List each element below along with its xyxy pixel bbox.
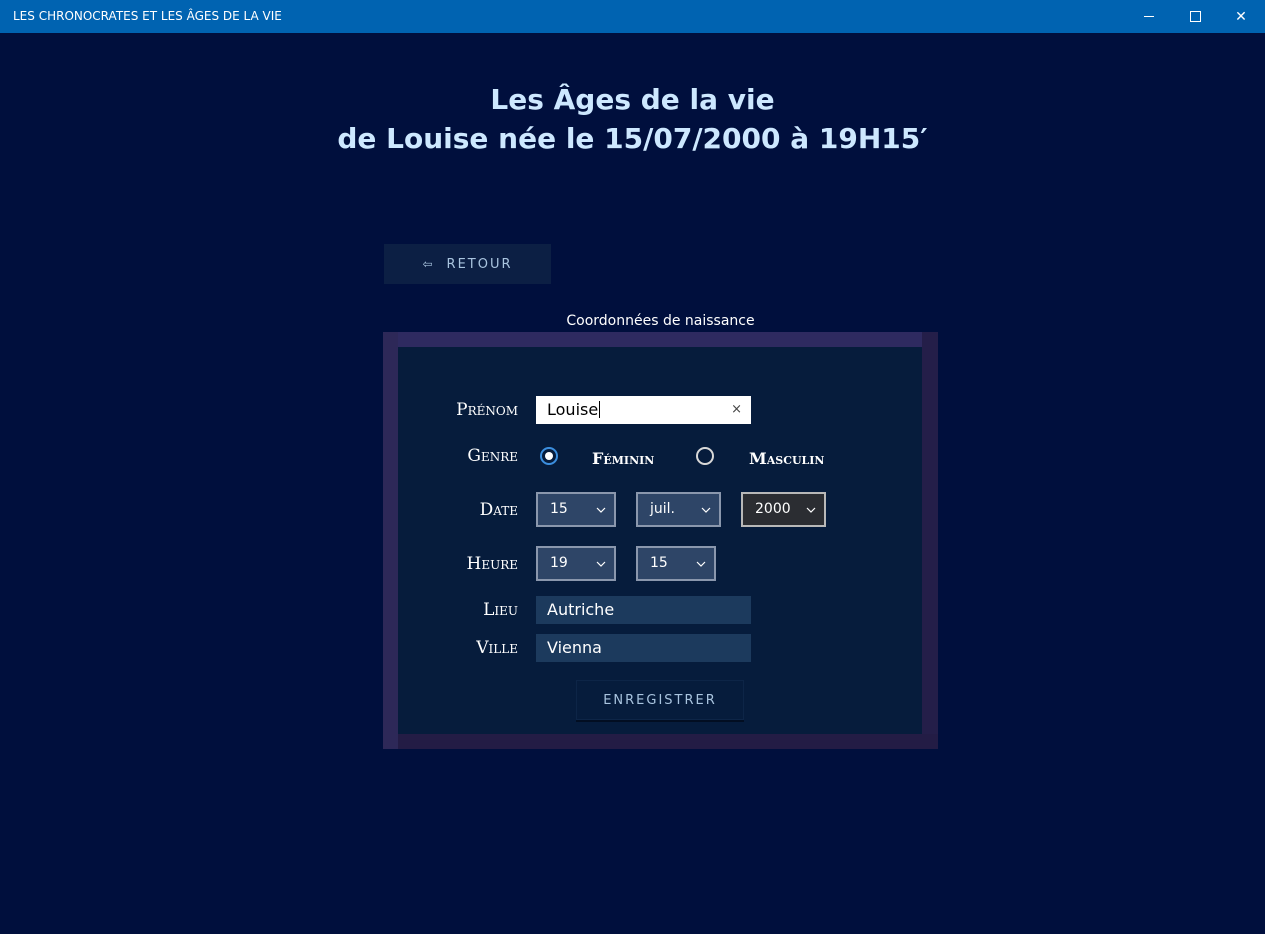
- radio-masculin-label[interactable]: Masculin: [749, 449, 824, 468]
- chevron-down-icon: [806, 507, 816, 513]
- radio-feminin-label[interactable]: Féminin: [592, 449, 654, 468]
- text-caret: [599, 401, 601, 418]
- date-month-value: juil.: [650, 501, 675, 517]
- close-button[interactable]: ✕: [1218, 0, 1264, 33]
- maximize-button[interactable]: [1172, 0, 1218, 33]
- chevron-down-icon: [701, 507, 711, 513]
- genre-label: Genre: [467, 446, 518, 466]
- ville-label: Ville: [476, 638, 518, 658]
- prenom-value: Louise: [547, 400, 599, 419]
- date-label: Date: [479, 500, 518, 520]
- section-label: Coordonnées de naissance: [566, 313, 755, 329]
- date-year-value: 2000: [755, 501, 791, 517]
- save-button-label: ENREGISTRER: [603, 692, 717, 708]
- date-day-select[interactable]: 15: [536, 492, 616, 527]
- save-button[interactable]: ENREGISTRER: [576, 680, 744, 720]
- ville-input[interactable]: Vienna: [536, 634, 751, 662]
- window-title: LES CHRONOCRATES ET LES ÂGES DE LA VIE: [13, 9, 282, 23]
- date-year-select[interactable]: 2000: [741, 492, 826, 527]
- clear-icon[interactable]: ×: [731, 396, 742, 424]
- back-button-label: RETOUR: [446, 256, 513, 272]
- frame-bevel-left: [383, 332, 398, 749]
- maximize-icon: [1189, 11, 1201, 22]
- ville-value: Vienna: [547, 638, 602, 657]
- page-title: Les Âges de la vie de Louise née le 15/0…: [0, 80, 1265, 158]
- date-day-value: 15: [550, 501, 568, 517]
- window-titlebar: LES CHRONOCRATES ET LES ÂGES DE LA VIE ✕: [0, 0, 1265, 33]
- heure-label: Heure: [466, 554, 519, 574]
- back-arrow-icon: ⇦: [422, 257, 433, 271]
- radio-masculin[interactable]: [696, 447, 714, 465]
- heure-hour-select[interactable]: 19: [536, 546, 616, 581]
- page-title-line1: Les Âges de la vie: [490, 83, 775, 116]
- date-month-select[interactable]: juil.: [636, 492, 721, 527]
- page-title-line2: de Louise née le 15/07/2000 à 19H15′: [337, 122, 928, 155]
- heure-hour-value: 19: [550, 555, 568, 571]
- radio-feminin[interactable]: [540, 447, 558, 465]
- prenom-input[interactable]: Louise ×: [536, 396, 751, 424]
- minimize-icon: [1144, 16, 1154, 17]
- chevron-down-icon: [596, 561, 606, 567]
- chevron-down-icon: [596, 507, 606, 513]
- chevron-down-icon: [696, 561, 706, 567]
- frame-bevel-bottom: [383, 734, 938, 749]
- close-icon: ✕: [1235, 8, 1247, 25]
- lieu-value: Autriche: [547, 600, 615, 619]
- frame-bevel-right: [922, 332, 938, 749]
- lieu-input[interactable]: Autriche: [536, 596, 751, 624]
- back-button[interactable]: ⇦ RETOUR: [384, 244, 551, 284]
- heure-minute-select[interactable]: 15: [636, 546, 716, 581]
- frame-bevel-top: [383, 332, 938, 347]
- prenom-label: Prénom: [456, 400, 518, 420]
- heure-minute-value: 15: [650, 555, 668, 571]
- lieu-label: Lieu: [483, 600, 518, 620]
- minimize-button[interactable]: [1126, 0, 1172, 33]
